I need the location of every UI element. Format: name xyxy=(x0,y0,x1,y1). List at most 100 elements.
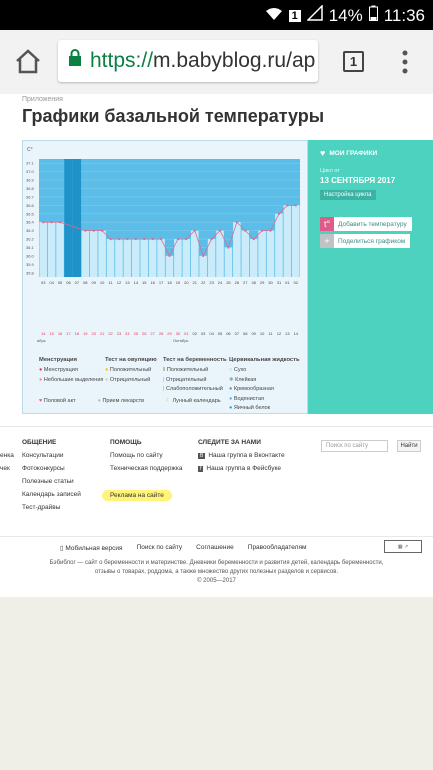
vk-group-link[interactable]: В Наша группа в Вконтакте xyxy=(198,452,285,459)
test-negative-icon: | xyxy=(163,376,165,383)
x-tick-label: 04 xyxy=(49,280,54,285)
gap-column xyxy=(64,159,73,277)
temperature-bar xyxy=(216,230,224,277)
footer-link-ads[interactable]: Реклама на сайте xyxy=(102,490,172,501)
share-chart-button[interactable]: + Поделиться графиком xyxy=(320,234,411,248)
add-temperature-button[interactable]: t° Добавить температуру xyxy=(320,217,412,231)
day-label: 19 xyxy=(83,331,88,336)
footer-link[interactable]: чек xyxy=(0,465,14,472)
temperature-point xyxy=(185,237,188,241)
footer-search-input[interactable]: Поиск по сайту xyxy=(321,440,388,452)
browser-toolbar: https:// m.babyblog.ru/ap 1 xyxy=(0,30,433,94)
page-title: Графики базальной температуры xyxy=(22,106,325,126)
footer-col-social: СЛЕДИТЕ ЗА НАМИ В Наша группа в Вконтакте… xyxy=(198,439,285,478)
legend-ovulation: Тест на овуляцию ● Положительный ● Отриц… xyxy=(105,357,157,386)
day-label: 22 xyxy=(108,331,113,336)
url-scheme: https:// xyxy=(90,49,154,72)
temperature-bar xyxy=(132,239,140,277)
wifi-icon xyxy=(265,6,283,26)
x-tick-label: 05 xyxy=(58,280,63,285)
x-tick-label: 08 xyxy=(83,280,88,285)
day-label: 08 xyxy=(243,331,248,336)
cycle-settings-button[interactable]: Настройка цикла xyxy=(320,190,376,200)
counter-badge-icon[interactable]: ▦ ↗ xyxy=(384,540,422,553)
footer-link[interactable]: Консультации xyxy=(22,452,81,459)
day-label: 13 xyxy=(285,331,290,336)
x-tick-label: 09 xyxy=(91,280,96,285)
add-temperature-label: Добавить температуру xyxy=(338,220,407,228)
tab-switcher-button[interactable]: 1 xyxy=(343,51,364,72)
x-tick-label: 13 xyxy=(125,280,130,285)
more-menu-icon[interactable] xyxy=(402,50,408,79)
day-label: 11 xyxy=(268,331,273,336)
temperature-point xyxy=(210,237,213,241)
content-area: Приложения Графики базальной температуры… xyxy=(0,94,433,597)
day-label: 10 xyxy=(260,331,265,336)
legend-cervical: Цервикальная жидкость ○ Сухо ✱ Клейкая ●… xyxy=(229,357,300,415)
breadcrumb[interactable]: Приложения xyxy=(22,96,63,103)
url-bar[interactable]: https:// m.babyblog.ru/ap xyxy=(58,40,318,82)
legend-item: ● Кремообразная xyxy=(229,386,274,392)
day-label: 25 xyxy=(134,331,139,336)
footer-link[interactable]: Календарь записей xyxy=(22,491,81,498)
footer-about-line: отзывы о товарах, роддома, а также множе… xyxy=(94,569,339,575)
temperature-point xyxy=(261,229,264,232)
temperature-point xyxy=(50,221,53,224)
footer-link[interactable]: Помощь по сайту xyxy=(110,452,182,459)
temperature-bar xyxy=(249,239,258,277)
clock: 11:36 xyxy=(383,5,425,25)
day-label: 14 xyxy=(294,331,299,336)
site-search-link[interactable]: Поиск по сайту xyxy=(137,544,183,552)
footer-link[interactable]: енка xyxy=(0,452,14,459)
legend-item: ‖ Положительный xyxy=(163,367,209,373)
temperature-bar xyxy=(291,205,300,277)
temperature-point xyxy=(92,229,95,232)
month-label: ябрь xyxy=(37,338,46,343)
legend-bottom: ♥ Половой акт ● Прием лекарств ☾ Лунный … xyxy=(39,398,221,408)
bbt-chart-panel: C° 37.1 37.0 36.9 36.8 36.7 36.6 36.5 36.4 36.3 36… xyxy=(22,140,308,414)
y-tick-label: 36.6 xyxy=(26,203,35,208)
day-label: 24 xyxy=(125,331,130,336)
temperature-point xyxy=(252,237,255,241)
x-tick-label: 24 xyxy=(218,280,223,285)
my-charts-link[interactable]: ♥ МОИ ГРАФИКИ xyxy=(320,148,377,158)
heart-icon: ♥ xyxy=(320,148,326,158)
day-label: 26 xyxy=(142,331,147,336)
footer-link[interactable]: Фотоконкурсы xyxy=(22,465,81,472)
battery-percent: 14% xyxy=(328,5,363,25)
temperature-point xyxy=(193,229,196,232)
x-tick-label: 20 xyxy=(184,280,189,285)
home-icon[interactable] xyxy=(14,48,42,79)
my-charts-label: МОИ ГРАФИКИ xyxy=(329,149,378,157)
y-tick-label: 35.9 xyxy=(26,262,35,267)
temperature-bar xyxy=(182,239,191,277)
agreement-link[interactable]: Соглашение xyxy=(196,544,234,552)
x-tick-label: 11 xyxy=(108,280,113,285)
footer-link[interactable]: Тест-драйвы xyxy=(22,504,81,511)
day-label: 12 xyxy=(277,331,282,336)
y-axis-label: C° xyxy=(27,147,33,153)
legend-item: ● Водянистая xyxy=(229,395,265,402)
footer-link[interactable]: Техническая поддержка xyxy=(110,465,182,472)
day-label: 03 xyxy=(201,331,206,336)
y-tick-label: 36.5 xyxy=(26,211,35,216)
temperature-point xyxy=(168,254,171,258)
footer-link[interactable]: Полезные статьи xyxy=(22,478,81,485)
x-tick-label: 14 xyxy=(134,280,139,285)
temperature-point xyxy=(202,254,205,258)
x-tick-label: 29 xyxy=(260,280,265,285)
x-tick-label: 23 xyxy=(209,280,214,285)
mobile-version-link[interactable]: ▯ Мобильная версия xyxy=(60,544,123,552)
rights-holders-link[interactable]: Правообладателям xyxy=(248,544,307,552)
footer-col-title: СЛЕДИТЕ ЗА НАМИ xyxy=(198,439,261,446)
x-tick-label: 01 xyxy=(285,280,290,285)
temperature-point xyxy=(117,237,121,241)
y-tick-label: 36.4 xyxy=(26,220,35,225)
footer-search-button[interactable]: Найти xyxy=(397,440,421,452)
thermometer-icon: t° xyxy=(320,217,334,231)
day-label: 16 xyxy=(58,331,63,336)
fb-group-link[interactable]: f Наша группа в Фейсбуке xyxy=(198,465,285,472)
temperature-point xyxy=(218,229,222,232)
share-chart-label: Поделиться графиком xyxy=(338,237,406,245)
status-bar: 1 14% 11:36 xyxy=(0,0,433,30)
